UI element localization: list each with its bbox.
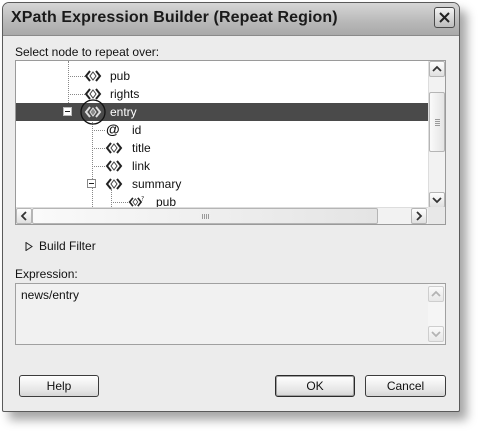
element-node-icon [105, 178, 123, 190]
tree-item-entry[interactable]: entry [16, 99, 428, 125]
chevron-up-icon [431, 290, 441, 297]
scroll-corner [428, 207, 445, 224]
tree-item-title[interactable]: title [16, 139, 428, 157]
close-icon [439, 12, 450, 23]
tree-item-label: entry [110, 105, 137, 119]
scroll-left-button[interactable] [16, 208, 32, 224]
close-button[interactable] [434, 7, 455, 28]
scroll-down-button[interactable] [428, 326, 444, 342]
svg-text:?: ? [141, 196, 144, 202]
node-tree[interactable]: pub rights entry @ id title link summary… [15, 60, 446, 225]
tree-item-label: summary [132, 177, 182, 191]
cancel-button[interactable]: Cancel [365, 375, 446, 397]
tree-label: Select node to repeat over: [15, 45, 160, 59]
tree-item-pub[interactable]: pub [16, 67, 428, 85]
tree-item-id[interactable]: @ id [16, 121, 428, 139]
chevron-right-icon [416, 211, 423, 221]
xpath-builder-dialog: XPath Expression Builder (Repeat Region)… [2, 2, 460, 412]
disclosure-triangle-icon [25, 242, 33, 251]
attribute-node-icon: @ [106, 121, 120, 137]
chevron-down-icon [431, 331, 441, 338]
horizontal-scroll-thumb[interactable] [32, 208, 378, 224]
element-node-icon [105, 160, 123, 172]
chevron-left-icon [20, 211, 27, 221]
chevron-down-icon [432, 197, 442, 204]
expression-scrollbar[interactable] [428, 284, 445, 344]
ok-button[interactable]: OK [275, 375, 355, 397]
build-filter-label: Build Filter [39, 239, 96, 253]
tree-item-label: title [132, 141, 151, 155]
scroll-up-button[interactable] [429, 61, 445, 77]
tree-item-label: link [132, 159, 151, 173]
tree-item-link[interactable]: link [16, 157, 428, 175]
expression-field[interactable]: news/entry [15, 283, 446, 345]
collapse-toggle[interactable] [63, 107, 72, 116]
tree-item-label: pub [110, 69, 131, 83]
vertical-scroll-thumb[interactable] [429, 92, 445, 152]
tree-vertical-scrollbar[interactable] [428, 61, 445, 208]
chevron-up-icon [432, 65, 442, 72]
expression-label: Expression: [15, 267, 78, 281]
help-button[interactable]: Help [19, 375, 99, 397]
element-node-icon [84, 70, 102, 82]
scroll-right-button[interactable] [411, 208, 427, 224]
tree-item-label: rights [110, 87, 140, 101]
scroll-down-button[interactable] [429, 192, 445, 208]
tree-item-rights[interactable]: rights [16, 85, 428, 103]
window-title: XPath Expression Builder (Repeat Region) [11, 9, 338, 26]
tree-item-label: id [132, 123, 142, 137]
element-node-icon [105, 142, 123, 154]
tree-item-summary[interactable]: summary [16, 175, 428, 193]
collapse-toggle[interactable] [87, 179, 96, 188]
tree-horizontal-scrollbar[interactable] [16, 207, 428, 224]
scroll-up-button[interactable] [428, 286, 444, 302]
expression-value: news/entry [21, 288, 80, 302]
title-bar[interactable]: XPath Expression Builder (Repeat Region) [3, 3, 459, 36]
